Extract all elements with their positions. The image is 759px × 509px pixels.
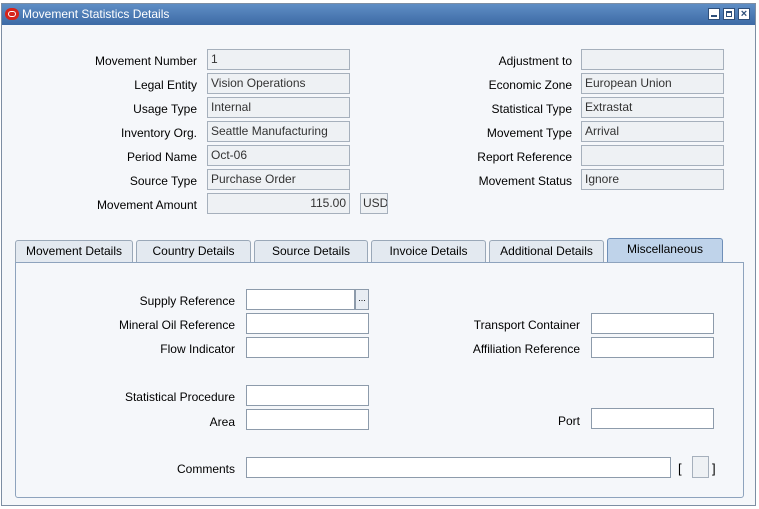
source-type-label: Source Type bbox=[129, 174, 197, 188]
inventory-org-field[interactable]: Seattle Manufacturing bbox=[207, 121, 350, 142]
window-title: Movement Statistics Details bbox=[22, 7, 170, 21]
supply-reference-input[interactable] bbox=[246, 289, 355, 310]
descriptive-flexfield[interactable] bbox=[692, 456, 709, 478]
maximize-icon[interactable] bbox=[723, 8, 735, 20]
affiliation-reference-input[interactable] bbox=[591, 337, 714, 358]
area-input[interactable] bbox=[246, 409, 369, 430]
flow-indicator-label: Flow Indicator bbox=[160, 342, 235, 356]
report-reference-label: Report Reference bbox=[477, 150, 572, 164]
movement-status-field[interactable]: Ignore bbox=[581, 169, 724, 190]
statistical-procedure-input[interactable] bbox=[246, 385, 369, 406]
usage-type-label: Usage Type bbox=[133, 102, 197, 116]
currency-field[interactable]: USD bbox=[360, 193, 388, 214]
flexfield-bracket-open: [ bbox=[678, 461, 682, 476]
oracle-app-icon bbox=[5, 8, 19, 20]
tab-country-details[interactable]: Country Details bbox=[136, 240, 251, 262]
title-bar: Movement Statistics Details × bbox=[2, 4, 755, 25]
supply-reference-label: Supply Reference bbox=[139, 294, 235, 308]
tab-source-details[interactable]: Source Details bbox=[254, 240, 368, 262]
adjustment-to-field[interactable] bbox=[581, 49, 724, 70]
minimize-icon[interactable] bbox=[708, 8, 720, 20]
period-name-field[interactable]: Oct-06 bbox=[207, 145, 350, 166]
port-label: Port bbox=[557, 414, 580, 428]
economic-zone-field[interactable]: European Union bbox=[581, 73, 724, 94]
statistical-procedure-label: Statistical Procedure bbox=[124, 390, 235, 404]
legal-entity-label: Legal Entity bbox=[134, 78, 197, 92]
movement-number-label: Movement Number bbox=[94, 54, 197, 68]
movement-amount-label: Movement Amount bbox=[96, 198, 197, 212]
area-label: Area bbox=[209, 415, 235, 429]
comments-label: Comments bbox=[176, 462, 235, 476]
movement-status-label: Movement Status bbox=[478, 174, 572, 188]
affiliation-reference-label: Affiliation Reference bbox=[472, 342, 580, 356]
period-name-label: Period Name bbox=[126, 150, 197, 164]
tab-movement-details[interactable]: Movement Details bbox=[15, 240, 133, 262]
port-input[interactable] bbox=[591, 408, 714, 429]
comments-input[interactable] bbox=[246, 457, 671, 478]
source-type-field[interactable]: Purchase Order bbox=[207, 169, 350, 190]
movement-type-field[interactable]: Arrival bbox=[581, 121, 724, 142]
tab-invoice-details[interactable]: Invoice Details bbox=[371, 240, 486, 262]
legal-entity-field[interactable]: Vision Operations bbox=[207, 73, 350, 94]
transport-container-input[interactable] bbox=[591, 313, 714, 334]
transport-container-label: Transport Container bbox=[473, 318, 580, 332]
inventory-org-label: Inventory Org. bbox=[120, 126, 197, 140]
usage-type-field[interactable]: Internal bbox=[207, 97, 350, 118]
close-icon[interactable]: × bbox=[738, 8, 750, 20]
adjustment-to-label: Adjustment to bbox=[498, 54, 572, 68]
report-reference-field[interactable] bbox=[581, 145, 724, 166]
economic-zone-label: Economic Zone bbox=[488, 78, 572, 92]
tab-miscellaneous[interactable]: Miscellaneous bbox=[607, 238, 723, 262]
tab-additional-details[interactable]: Additional Details bbox=[489, 240, 604, 262]
movement-type-label: Movement Type bbox=[486, 126, 572, 140]
flexfield-bracket-close: ] bbox=[712, 461, 716, 476]
statistical-type-label: Statistical Type bbox=[491, 102, 572, 116]
flow-indicator-input[interactable] bbox=[246, 337, 369, 358]
movement-number-field[interactable]: 1 bbox=[207, 49, 350, 70]
statistical-type-field[interactable]: Extrastat bbox=[581, 97, 724, 118]
mineral-oil-reference-input[interactable] bbox=[246, 313, 369, 334]
mineral-oil-reference-label: Mineral Oil Reference bbox=[118, 318, 235, 332]
movement-amount-field[interactable]: 115.00 bbox=[207, 193, 350, 214]
supply-reference-lov-button[interactable]: ... bbox=[355, 289, 369, 310]
